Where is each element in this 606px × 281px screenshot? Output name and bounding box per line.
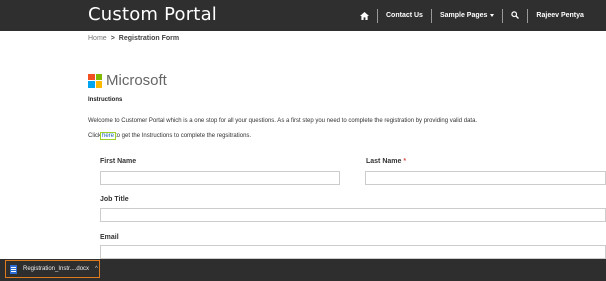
microsoft-logo-icon [88, 73, 102, 88]
brand-title[interactable]: Custom Portal [88, 3, 217, 27]
last-name-label-wrap: Last Name * [366, 158, 406, 165]
click-prefix: Click [88, 133, 101, 139]
search-icon[interactable] [511, 10, 520, 21]
nav-divider [502, 8, 504, 23]
chevron-up-icon[interactable]: ^ [95, 266, 98, 272]
word-document-icon [10, 264, 17, 274]
nav-divider [377, 8, 378, 23]
breadcrumb-home[interactable]: Home [88, 35, 107, 42]
download-filename: Registration_Instr....docx [23, 266, 90, 272]
last-name-field[interactable] [365, 171, 606, 185]
top-navbar: Custom Portal Contact Us Sample Pages Ra… [0, 0, 606, 31]
nav-divider [527, 8, 529, 23]
nav-sample-pages[interactable]: Sample Pages [439, 12, 495, 19]
email-label: Email [100, 234, 119, 241]
nav-divider [430, 8, 432, 23]
microsoft-logo-text: Microsoft [106, 72, 167, 89]
home-icon[interactable] [360, 11, 369, 20]
first-name-field[interactable] [100, 171, 340, 185]
nav-user-name[interactable]: Rajeev Pentya [536, 12, 583, 19]
instructions-click-line: Clickhereto get the Instructions to comp… [88, 132, 252, 140]
breadcrumb: Home > Registration Form [88, 35, 179, 42]
chevron-down-icon [490, 13, 495, 17]
email-field[interactable] [100, 245, 606, 259]
instructions-heading: Instructions [88, 97, 123, 103]
nav-sample-pages-label: Sample Pages [439, 12, 488, 19]
click-suffix: to get the Instructions to complete the … [115, 133, 252, 139]
instructions-text: Welcome to Customer Portal which is a on… [88, 118, 478, 124]
instructions-here-link[interactable]: here [99, 132, 117, 140]
download-item[interactable]: Registration_Instr....docx ^ [5, 260, 100, 278]
job-title-field[interactable] [100, 208, 606, 222]
nav-contact-us[interactable]: Contact Us [386, 12, 423, 19]
last-name-label: Last Name [366, 158, 402, 165]
nav-links: Contact Us Sample Pages Rajeev Pentya [360, 0, 584, 31]
microsoft-logo: Microsoft [88, 72, 167, 89]
first-name-label: First Name [100, 158, 137, 165]
breadcrumb-separator: > [110, 35, 115, 42]
breadcrumb-current: Registration Form [118, 35, 180, 42]
required-marker: * [403, 158, 407, 165]
job-title-label: Job Title [100, 196, 129, 203]
